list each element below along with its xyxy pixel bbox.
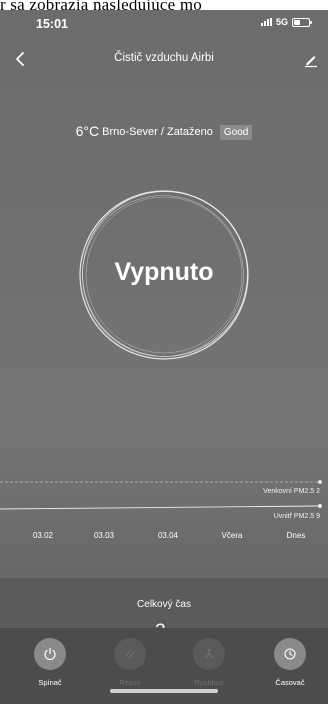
toolbar-label: Spínač bbox=[38, 678, 62, 687]
weather-info: 6°C Brno-Sever / Zataženo Good bbox=[0, 123, 328, 140]
power-switch-button[interactable]: Spínač bbox=[22, 638, 82, 698]
fan-icon bbox=[205, 648, 213, 659]
outdoor-temperature: 6°C bbox=[75, 123, 100, 139]
page-title: Čistič vzduchu Airbi bbox=[114, 52, 214, 64]
x-tick-label: 03.03 bbox=[93, 531, 115, 540]
indoor-pm25-line bbox=[0, 505, 321, 510]
cropped-text: r sa zobrazia nasledujúce mo bbox=[0, 0, 202, 10]
x-tick-label: Včera bbox=[221, 531, 243, 540]
header: Čistič vzduchu Airbi bbox=[0, 46, 328, 72]
x-tick-label: Dnes bbox=[286, 531, 306, 540]
signal-icon bbox=[260, 18, 272, 26]
cropped-page-text: r sa zobrazia nasledujúce mo bbox=[0, 0, 328, 10]
outdoor-pm25-label: Venkovní PM2.5 2 bbox=[263, 488, 320, 495]
indoor-pm25-label: Uvnitř PM2.5 9 bbox=[273, 513, 320, 520]
status-right: 5G bbox=[260, 17, 312, 27]
clock-icon bbox=[284, 648, 296, 660]
toolbar-label: Časovač bbox=[275, 678, 305, 687]
power-icon bbox=[44, 647, 56, 661]
x-tick-label: 03.04 bbox=[157, 531, 179, 540]
air-quality-badge: Good bbox=[219, 125, 253, 140]
usage-label: Celkový čas bbox=[137, 599, 191, 610]
toolbar-label: Rychlost bbox=[194, 678, 224, 687]
location-condition: Brno-Sever / Zataženo bbox=[102, 126, 213, 138]
status-bar: 15:01 5G bbox=[0, 10, 328, 36]
pencil-icon bbox=[305, 56, 317, 68]
home-indicator[interactable] bbox=[110, 689, 218, 693]
device-state: Vypnuto bbox=[114, 258, 214, 286]
network-type: 5G bbox=[275, 17, 288, 27]
outdoor-pm25-point bbox=[318, 480, 322, 484]
toolbar-label: Režim bbox=[119, 678, 141, 687]
x-tick-label: 03.02 bbox=[32, 531, 54, 540]
chart-x-axis: 03.02 03.03 03.04 Včera Dnes bbox=[0, 531, 328, 545]
status-time: 15:01 bbox=[36, 17, 68, 31]
battery-icon bbox=[292, 17, 312, 27]
indoor-pm25-point bbox=[318, 504, 322, 508]
app-screen: 15:01 5G Čistič vzduchu Airbi 6°C Brno-S… bbox=[0, 10, 328, 704]
mode-icon bbox=[125, 650, 135, 659]
edit-button[interactable] bbox=[300, 48, 322, 70]
power-state-ring[interactable]: Vypnuto bbox=[76, 187, 252, 363]
timer-button[interactable]: Časovač bbox=[262, 638, 322, 698]
